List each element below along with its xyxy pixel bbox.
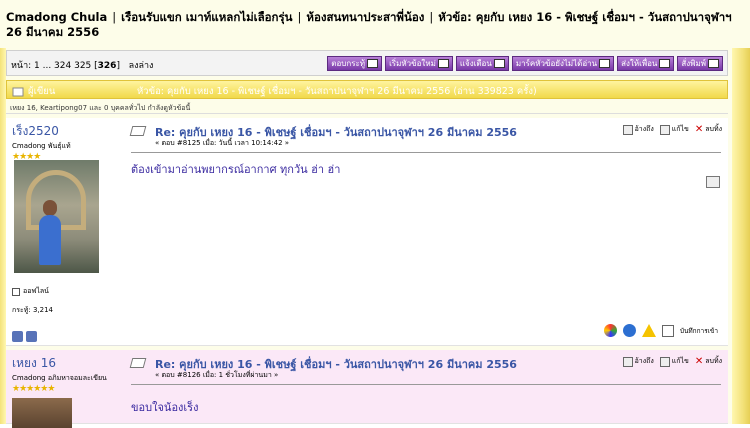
post-footer-icons: บันทึกการเข้า bbox=[603, 324, 718, 337]
report-warning-icon[interactable] bbox=[641, 324, 656, 337]
rank-stars: ★★★★★★ bbox=[12, 384, 55, 394]
mark-unread-button[interactable]: มาร์คหัวข้อยังไม่ได้อ่าน bbox=[511, 56, 615, 71]
post-count: กระทู้: 3,214 bbox=[12, 306, 53, 314]
post-divider bbox=[131, 152, 721, 153]
remove-button[interactable]: ✕ ลบทิ้ง bbox=[695, 124, 722, 135]
quote-icon bbox=[622, 124, 633, 135]
post-body: ขอบใจน้องเร็ง bbox=[131, 401, 199, 414]
post-meta: « ตอบ #8126 เมื่อ: 1 ชั่วโมงที่ผ่านมา » bbox=[155, 371, 279, 379]
poster-info: เร็ง2520 Cmadong พันธุ์แท้ ★★★★ bbox=[12, 122, 124, 162]
message-icon bbox=[129, 126, 147, 136]
printer-icon bbox=[708, 59, 719, 68]
current-page: 326 bbox=[97, 61, 117, 71]
breadcrumb-subboard[interactable]: ห้องสนทนาประสาพี่น้อง bbox=[306, 10, 424, 24]
modify-icon bbox=[659, 356, 670, 367]
modify-button[interactable]: แก้ไข bbox=[659, 124, 689, 135]
breadcrumb: Cmadong Chula | เรือนรับแขก เมาท์แหลกไม่เล… bbox=[6, 10, 732, 39]
log-ip-label: บันทึกการเข้า bbox=[679, 326, 718, 335]
forum-page: Cmadong Chula | เรือนรับแขก เมาท์แหลกไม่เล… bbox=[0, 0, 750, 428]
delete-icon: ✕ bbox=[694, 356, 704, 367]
poster-username[interactable]: เหยง 16 bbox=[12, 354, 124, 373]
envelope-icon bbox=[659, 59, 671, 68]
modify-icon bbox=[659, 124, 670, 135]
post-meta: « ตอบ #8125 เมื่อ: วันนี้ เวลา 10:14:42 … bbox=[155, 139, 290, 147]
windows-icon bbox=[603, 324, 617, 337]
poster-username[interactable]: เร็ง2520 bbox=[12, 122, 124, 141]
author-column-header: ผู้เขียน bbox=[12, 84, 55, 99]
remove-button[interactable]: ✕ ลบทิ้ง bbox=[695, 356, 722, 367]
decorative-frame-right bbox=[732, 48, 750, 424]
topic-viewers: เหยง 16, Keartipong07 และ 0 บุคคลทั่วไป … bbox=[6, 100, 728, 114]
topic-button-row: ตอบกระทู้ เริ่มหัวข้อใหม่ แจ้งเตือน มาร์… bbox=[327, 56, 723, 71]
goto-bottom-link[interactable]: ลงล่าง bbox=[129, 61, 154, 71]
post-body: ต้องเข้ามาอ่านพยากรณ์อากาศ ทุกวัน ฮ่า ฮ่… bbox=[131, 163, 341, 176]
post-actions: อ้างถึง แก้ไข ✕ ลบทิ้ง bbox=[622, 124, 722, 135]
post: เร็ง2520 Cmadong พันธุ์แท้ ★★★★ ออฟไลน์ … bbox=[6, 118, 728, 346]
quote-button[interactable]: อ้างถึง bbox=[622, 356, 654, 367]
delete-icon: ✕ bbox=[694, 124, 704, 135]
avatar bbox=[14, 160, 99, 273]
send-friend-button[interactable]: ส่งให้เพื่อน bbox=[617, 56, 675, 71]
online-status: ออฟไลน์ bbox=[12, 286, 49, 297]
notify-icon bbox=[493, 59, 505, 68]
poster-info: เหยง 16 Cmadong อภิมหาจอมละเขียน ★★★★★★ bbox=[12, 354, 124, 394]
print-button[interactable]: สั่งพิมพ์ bbox=[677, 56, 723, 71]
reply-icon bbox=[367, 59, 379, 68]
topic-header: ผู้เขียน หัวข้อ: คุยกับ เหยง 16 - พิเชษฐ… bbox=[6, 80, 728, 99]
post-divider bbox=[131, 384, 721, 385]
pages-suffix: ] bbox=[116, 61, 120, 71]
breadcrumb-forum[interactable]: Cmadong Chula bbox=[6, 10, 107, 24]
poster-rank: Cmadong อภิมหาจอมละเขียน bbox=[12, 374, 107, 382]
profile-icon[interactable] bbox=[12, 331, 23, 342]
personal-message-icon[interactable] bbox=[26, 331, 37, 342]
new-topic-button[interactable]: เริ่มหัวข้อใหม่ bbox=[385, 56, 453, 71]
breadcrumb-board[interactable]: เรือนรับแขก เมาท์แหลกไม่เลือกรุ่น bbox=[121, 10, 292, 24]
pages-prefix[interactable]: หน้า: 1 ... 324 325 [ bbox=[11, 61, 98, 71]
mark-unread-icon bbox=[599, 59, 611, 68]
reply-button[interactable]: ตอบกระทู้ bbox=[327, 56, 383, 71]
topic-title: หัวข้อ: คุยกับ เหยง 16 - พิเชษฐ์ เชื่อมฯ… bbox=[137, 86, 537, 97]
browser-icon bbox=[622, 324, 636, 337]
poster-rank: Cmadong พันธุ์แท้ bbox=[12, 142, 71, 150]
message-icon bbox=[129, 358, 147, 368]
modify-button[interactable]: แก้ไข bbox=[659, 356, 689, 367]
notify-button[interactable]: แจ้งเตือน bbox=[455, 56, 509, 71]
offline-icon bbox=[12, 287, 20, 296]
profile-icons bbox=[12, 331, 37, 342]
log-ip-icon bbox=[661, 324, 674, 337]
pagination-bar: หน้า: 1 ... 324 325 [326] ลงล่าง ตอบกระท… bbox=[6, 50, 728, 76]
post-actions: อ้างถึง แก้ไข ✕ ลบทิ้ง bbox=[622, 356, 722, 367]
new-topic-icon bbox=[437, 59, 449, 68]
topic-icon bbox=[12, 87, 24, 96]
quick-quote-icon[interactable] bbox=[706, 176, 720, 188]
quote-icon bbox=[622, 356, 633, 367]
post: เหยง 16 Cmadong อภิมหาจอมละเขียน ★★★★★★ … bbox=[6, 350, 728, 428]
page-links: หน้า: 1 ... 324 325 [326] ลงล่าง bbox=[11, 58, 153, 72]
quote-button[interactable]: อ้างถึง bbox=[622, 124, 654, 135]
